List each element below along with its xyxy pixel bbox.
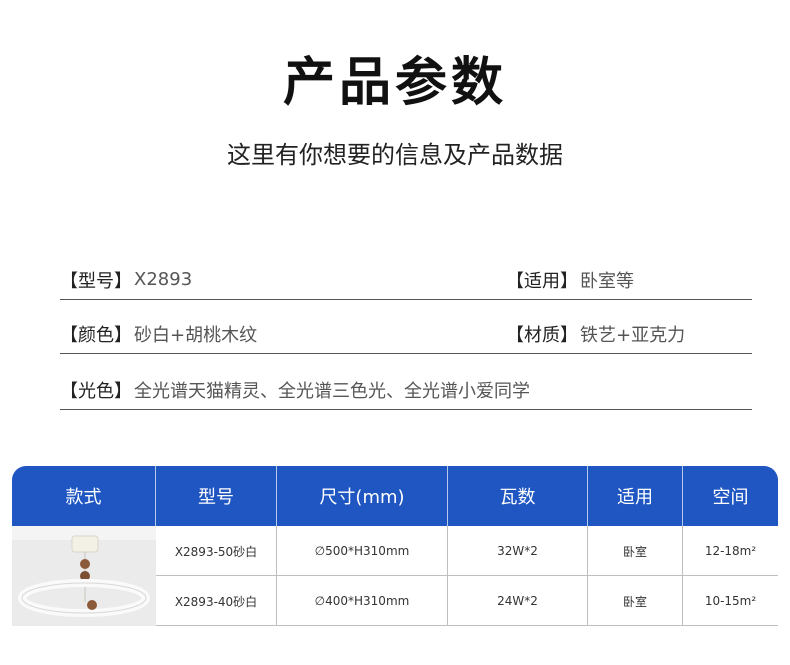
table-row: X2893-40砂白 ∅400*H310mm 24W*2 卧室 10-15m² bbox=[156, 576, 778, 626]
spec-model: 【型号】 X2893 bbox=[60, 267, 506, 293]
cell-model: X2893-40砂白 bbox=[156, 576, 277, 626]
cell-usage: 卧室 bbox=[588, 526, 683, 576]
cell-wattage: 24W*2 bbox=[448, 576, 588, 626]
spec-value: 铁艺+亚克力 bbox=[580, 324, 686, 346]
spec-value: 砂白+胡桃木纹 bbox=[134, 324, 258, 346]
spec-value: 卧室等 bbox=[580, 270, 634, 292]
header-space: 空间 bbox=[712, 487, 749, 508]
table-body: X2893-50砂白 ∅500*H310mm 32W*2 卧室 12-18m² … bbox=[12, 526, 778, 626]
table-row: X2893-50砂白 ∅500*H310mm 32W*2 卧室 12-18m² bbox=[156, 526, 778, 576]
spec-color: 【颜色】 砂白+胡桃木纹 bbox=[60, 321, 506, 347]
spec-row-2: 【颜色】 砂白+胡桃木纹 【材质】 铁艺+亚克力 bbox=[60, 314, 752, 354]
product-table: 款式 型号 尺寸(mm) 瓦数 适用 空间 X2893-50砂白 ∅500*H3… bbox=[12, 466, 778, 626]
spec-key: 【材质】 bbox=[506, 324, 578, 346]
product-image bbox=[12, 526, 156, 626]
spec-row-3: 【光色】 全光谱天猫精灵、全光谱三色光、全光谱小爱同学 bbox=[60, 370, 752, 410]
cell-model: X2893-50砂白 bbox=[156, 526, 277, 576]
header-usage: 适用 bbox=[588, 466, 683, 526]
header-model: 型号 bbox=[156, 466, 277, 526]
header-size: 尺寸(mm) bbox=[277, 466, 448, 526]
spec-material: 【材质】 铁艺+亚克力 bbox=[506, 321, 685, 347]
ceiling-lamp-illustration bbox=[12, 526, 156, 626]
cell-size: ∅500*H310mm bbox=[277, 526, 448, 576]
cell-space: 12-18m² bbox=[704, 544, 757, 558]
spec-key: 【光色】 bbox=[60, 380, 132, 402]
cell-size: ∅400*H310mm bbox=[277, 576, 448, 626]
cell-wattage: 32W*2 bbox=[448, 526, 588, 576]
spec-row-1: 【型号】 X2893 【适用】 卧室等 bbox=[60, 260, 752, 300]
page-title: 产品参数 bbox=[282, 53, 507, 113]
cell-usage: 卧室 bbox=[588, 576, 683, 626]
spec-key: 【适用】 bbox=[506, 270, 578, 292]
spec-key: 【颜色】 bbox=[60, 324, 132, 346]
cell-space: 10-15m² bbox=[704, 594, 757, 608]
spec-usage: 【适用】 卧室等 bbox=[506, 267, 634, 293]
header-style: 款式 bbox=[12, 466, 156, 526]
spec-value: 全光谱天猫精灵、全光谱三色光、全光谱小爱同学 bbox=[134, 380, 530, 402]
spec-light-color: 【光色】 全光谱天猫精灵、全光谱三色光、全光谱小爱同学 bbox=[60, 377, 530, 403]
spec-key: 【型号】 bbox=[60, 270, 132, 292]
page-subtitle: 这里有你想要的信息及产品数据 bbox=[227, 141, 563, 169]
spec-value: X2893 bbox=[134, 269, 193, 290]
table-header: 款式 型号 尺寸(mm) 瓦数 适用 空间 bbox=[12, 466, 778, 526]
header-wattage: 瓦数 bbox=[448, 466, 588, 526]
